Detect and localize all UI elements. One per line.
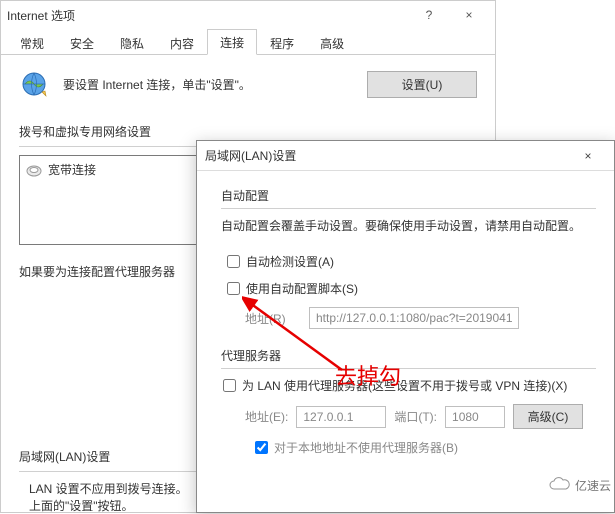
- proxy-group-label: 代理服务器: [221, 343, 596, 364]
- group-divider: [221, 368, 596, 369]
- child-body: 自动配置 自动配置会覆盖手动设置。要确保使用手动设置，请禁用自动配置。 自动检测…: [197, 171, 614, 478]
- tab-privacy[interactable]: 隐私: [107, 30, 157, 55]
- use-script-label: 使用自动配置脚本(S): [246, 280, 358, 297]
- cloud-icon: [547, 476, 571, 495]
- watermark-text: 亿速云: [575, 477, 611, 494]
- connection-icon: [26, 162, 42, 178]
- tab-security[interactable]: 安全: [57, 30, 107, 55]
- help-button[interactable]: ?: [409, 1, 449, 29]
- setup-row: 要设置 Internet 连接，单击"设置"。 设置(U): [19, 69, 477, 99]
- auto-config-desc: 自动配置会覆盖手动设置。要确保使用手动设置，请禁用自动配置。: [221, 217, 596, 235]
- bypass-local-checkbox[interactable]: [255, 441, 268, 454]
- watermark: 亿速云: [547, 476, 611, 495]
- use-script-checkbox[interactable]: [227, 282, 240, 295]
- child-titlebar: 局域网(LAN)设置 ×: [197, 141, 614, 171]
- advanced-button[interactable]: 高级(C): [513, 404, 583, 429]
- proxy-address-input[interactable]: [296, 406, 386, 428]
- tab-advanced[interactable]: 高级: [307, 30, 357, 55]
- setup-text: 要设置 Internet 连接，单击"设置"。: [63, 76, 353, 93]
- script-address-label: 地址(R): [245, 310, 301, 327]
- script-address-input[interactable]: [309, 307, 519, 329]
- tabbar: 常规 安全 隐私 内容 连接 程序 高级: [1, 29, 495, 55]
- tab-general[interactable]: 常规: [7, 30, 57, 55]
- lan-settings-window: 局域网(LAN)设置 × 自动配置 自动配置会覆盖手动设置。要确保使用手动设置，…: [196, 140, 615, 513]
- list-item-label: 宽带连接: [48, 161, 96, 178]
- bypass-local-label: 对于本地地址不使用代理服务器(B): [274, 439, 458, 456]
- titlebar: Internet 选项 ? ×: [1, 1, 495, 29]
- child-window-title: 局域网(LAN)设置: [205, 147, 570, 164]
- proxy-port-input[interactable]: [445, 406, 505, 428]
- use-proxy-checkbox[interactable]: [223, 379, 236, 392]
- close-button[interactable]: ×: [449, 1, 489, 29]
- dial-section-label: 拨号和虚拟专用网络设置: [19, 123, 477, 140]
- use-proxy-row: 为 LAN 使用代理服务器(这些设置不用于拨号或 VPN 连接)(X): [221, 377, 596, 394]
- globe-icon: [19, 69, 49, 99]
- child-close-button[interactable]: ×: [570, 141, 606, 171]
- tab-programs[interactable]: 程序: [257, 30, 307, 55]
- setup-button[interactable]: 设置(U): [367, 71, 477, 98]
- tab-content[interactable]: 内容: [157, 30, 207, 55]
- proxy-address-label: 地址(E):: [245, 408, 288, 425]
- tab-connections[interactable]: 连接: [207, 29, 257, 55]
- proxy-address-row: 地址(E): 端口(T): 高级(C): [245, 404, 596, 429]
- group-divider: [221, 208, 596, 209]
- proxy-port-label: 端口(T):: [394, 408, 437, 425]
- auto-detect-row: 自动检测设置(A): [221, 253, 596, 270]
- bypass-local-row: 对于本地地址不使用代理服务器(B): [249, 439, 596, 456]
- script-address-row: 地址(R): [245, 307, 596, 329]
- auto-detect-label: 自动检测设置(A): [246, 253, 334, 270]
- use-proxy-label: 为 LAN 使用代理服务器(这些设置不用于拨号或 VPN 连接)(X): [242, 377, 567, 394]
- use-script-row: 使用自动配置脚本(S): [221, 280, 596, 297]
- window-title: Internet 选项: [7, 7, 409, 24]
- auto-detect-checkbox[interactable]: [227, 255, 240, 268]
- auto-config-group-label: 自动配置: [221, 183, 596, 204]
